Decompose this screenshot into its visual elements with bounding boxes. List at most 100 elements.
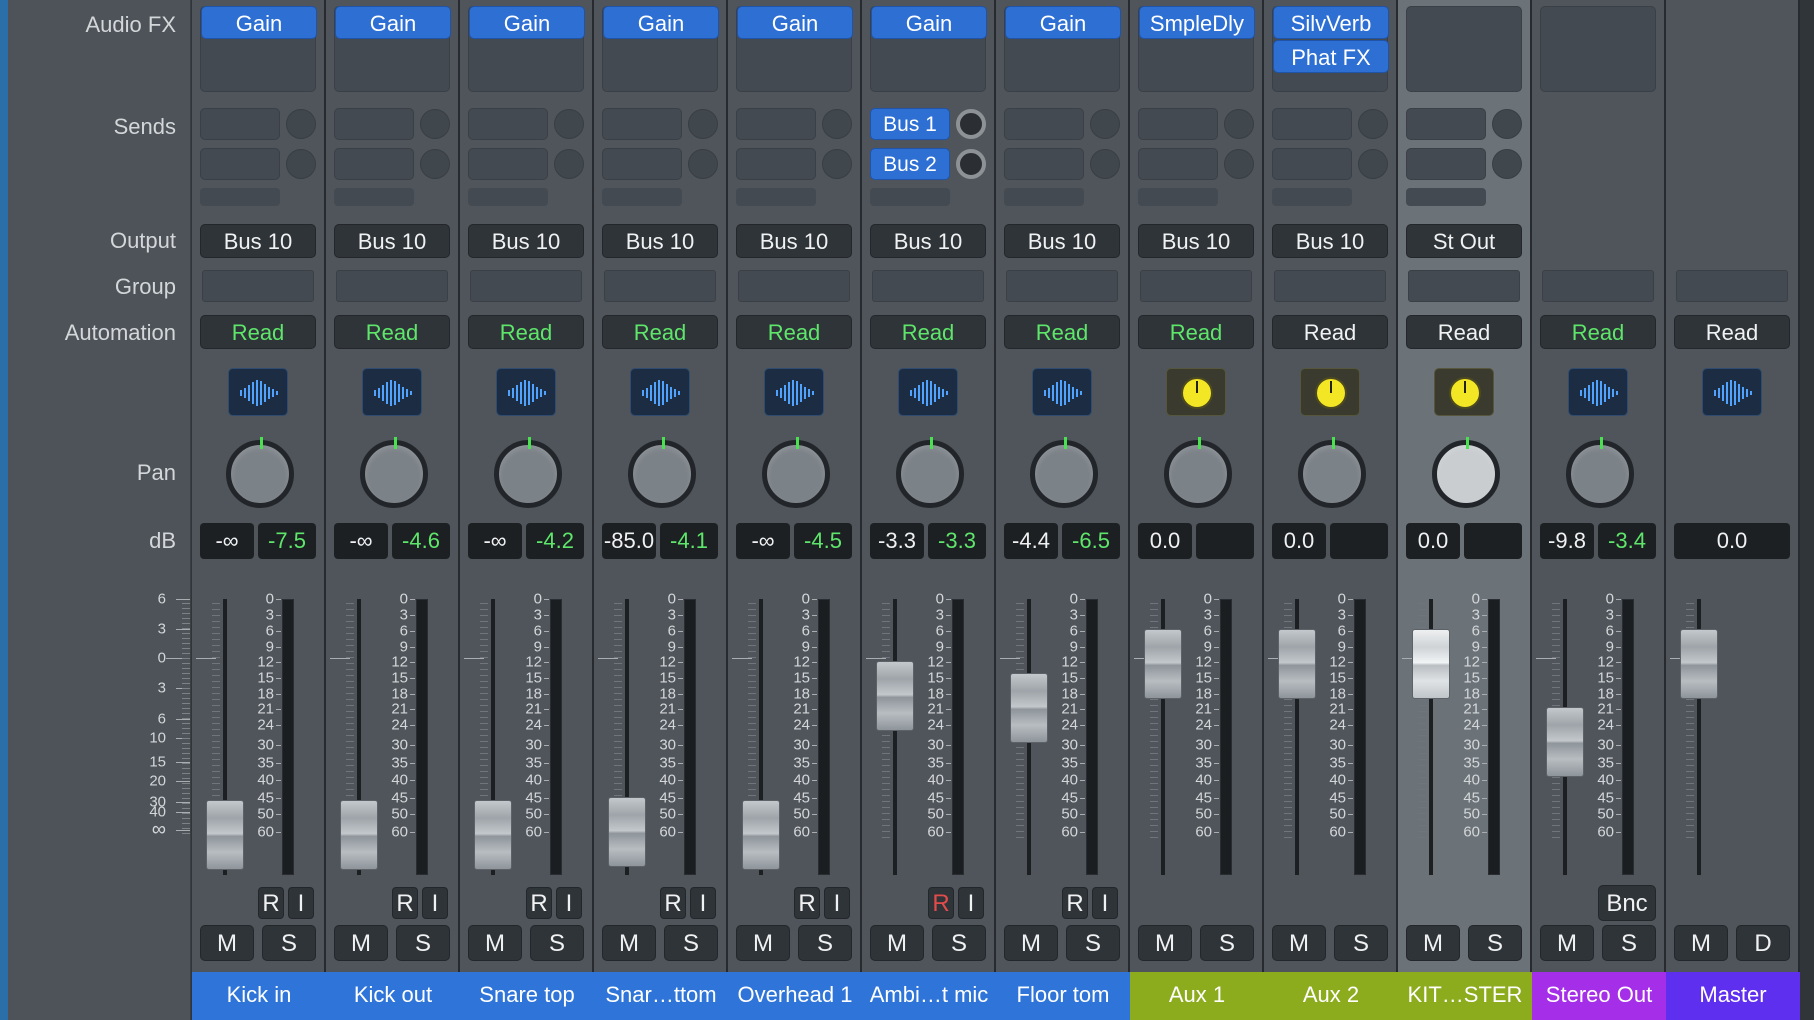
input-monitor-button[interactable]: I [958, 887, 984, 919]
solo-button[interactable]: S [798, 925, 852, 961]
channel-icon-button[interactable] [898, 368, 958, 416]
send-level-knob[interactable] [554, 149, 584, 179]
pan-knob[interactable] [896, 437, 964, 508]
send-slot-extra[interactable] [736, 188, 816, 206]
volume-fader[interactable] [1010, 673, 1048, 743]
solo-button[interactable]: S [1334, 925, 1388, 961]
solo-button[interactable]: S [396, 925, 450, 961]
send-level-knob[interactable] [688, 109, 718, 139]
track-name[interactable]: Stereo Out [1532, 972, 1666, 1020]
output-button[interactable]: Bus 10 [1004, 224, 1120, 258]
volume-fader[interactable] [1546, 707, 1584, 777]
pan-knob[interactable] [1164, 437, 1232, 508]
input-monitor-button[interactable]: I [288, 887, 314, 919]
volume-fader[interactable] [1680, 629, 1718, 699]
send-level-knob[interactable] [1224, 149, 1254, 179]
plugin-slot[interactable]: Gain [737, 6, 853, 39]
peak-readout[interactable] [1464, 523, 1522, 559]
peak-readout[interactable]: -6.5 [1062, 523, 1120, 559]
send-slot-extra[interactable] [1406, 188, 1486, 206]
group-slot[interactable] [336, 270, 448, 302]
volume-fader[interactable] [474, 800, 512, 870]
channel-icon-button[interactable] [764, 368, 824, 416]
automation-mode-button[interactable]: Read [334, 315, 450, 349]
audio-fx-slots[interactable]: Gain [1004, 6, 1121, 92]
solo-button[interactable]: S [1468, 925, 1522, 961]
track-name[interactable]: Snare top [460, 972, 594, 1020]
input-monitor-button[interactable]: I [422, 887, 448, 919]
send-level-knob[interactable] [822, 109, 852, 139]
audio-fx-slots[interactable]: Gain [602, 6, 719, 92]
group-slot[interactable] [202, 270, 314, 302]
automation-mode-button[interactable]: Read [200, 315, 316, 349]
plugin-slot[interactable]: Gain [603, 6, 719, 39]
pan-knob[interactable] [762, 437, 830, 508]
track-name[interactable]: Floor tom [996, 972, 1130, 1020]
peak-readout[interactable] [1196, 523, 1254, 559]
input-monitor-button[interactable]: I [690, 887, 716, 919]
track-name[interactable]: Aux 1 [1130, 972, 1264, 1020]
plugin-slot[interactable]: SilvVerb [1273, 6, 1389, 39]
send-slot-extra[interactable] [468, 188, 548, 206]
group-slot[interactable] [872, 270, 984, 302]
channel-icon-button[interactable] [1434, 368, 1494, 416]
send-slot[interactable]: Bus 2 [870, 148, 950, 180]
channel-icon-button[interactable] [1300, 368, 1360, 416]
output-button[interactable]: Bus 10 [1272, 224, 1388, 258]
audio-fx-slots[interactable]: Gain [468, 6, 585, 92]
peak-readout[interactable]: -4.2 [526, 523, 584, 559]
send-level-knob[interactable] [956, 109, 986, 139]
send-level-knob[interactable] [420, 149, 450, 179]
record-enable-button[interactable]: R [928, 887, 954, 919]
input-monitor-button[interactable]: I [1092, 887, 1118, 919]
send-level-knob[interactable] [286, 109, 316, 139]
audio-fx-slots[interactable]: SmpleDly [1138, 6, 1255, 92]
peak-readout[interactable]: -4.6 [392, 523, 450, 559]
volume-fader[interactable] [742, 800, 780, 870]
channel-icon-button[interactable] [362, 368, 422, 416]
send-slot-extra[interactable] [1272, 188, 1352, 206]
send-slot[interactable] [1272, 108, 1352, 140]
automation-mode-button[interactable]: Read [602, 315, 718, 349]
send-slot[interactable] [1406, 108, 1486, 140]
solo-button[interactable]: S [530, 925, 584, 961]
track-name[interactable]: Snar…ttom [594, 972, 728, 1020]
track-name[interactable]: Overhead 1 [728, 972, 862, 1020]
audio-fx-slots[interactable]: Gain [870, 6, 987, 92]
send-slot[interactable] [736, 148, 816, 180]
input-monitor-button[interactable]: I [556, 887, 582, 919]
track-name[interactable]: Ambi…t mic [862, 972, 996, 1020]
audio-fx-slots[interactable]: Gain [200, 6, 317, 92]
output-button[interactable]: Bus 10 [1138, 224, 1254, 258]
volume-readout[interactable]: -∞ [334, 523, 388, 559]
group-slot[interactable] [1274, 270, 1386, 302]
automation-mode-button[interactable]: Read [1272, 315, 1388, 349]
mute-button[interactable]: M [200, 925, 254, 961]
solo-button[interactable]: S [1066, 925, 1120, 961]
solo-button[interactable]: S [932, 925, 986, 961]
send-level-knob[interactable] [956, 149, 986, 179]
volume-fader[interactable] [1278, 629, 1316, 699]
group-slot[interactable] [1542, 270, 1654, 302]
output-button[interactable]: Bus 10 [736, 224, 852, 258]
volume-readout[interactable]: -3.3 [870, 523, 924, 559]
send-level-knob[interactable] [286, 149, 316, 179]
send-slot-extra[interactable] [1004, 188, 1084, 206]
group-slot[interactable] [470, 270, 582, 302]
mute-button[interactable]: M [1004, 925, 1058, 961]
pan-knob[interactable] [1566, 437, 1634, 508]
mute-button[interactable]: M [1138, 925, 1192, 961]
track-name[interactable]: Kick in [192, 972, 326, 1020]
pan-knob[interactable] [1298, 437, 1366, 508]
audio-fx-slots[interactable]: Gain [334, 6, 451, 92]
mute-button[interactable]: M [1674, 925, 1728, 961]
solo-button[interactable]: S [1200, 925, 1254, 961]
output-button[interactable]: St Out [1406, 224, 1522, 258]
group-slot[interactable] [1408, 270, 1520, 302]
volume-readout[interactable]: -∞ [736, 523, 790, 559]
plugin-slot[interactable]: Gain [469, 6, 585, 39]
volume-readout[interactable]: 0.0 [1272, 523, 1326, 559]
peak-readout[interactable]: -4.5 [794, 523, 852, 559]
solo-button[interactable]: S [1602, 925, 1656, 961]
volume-fader[interactable] [1144, 629, 1182, 699]
